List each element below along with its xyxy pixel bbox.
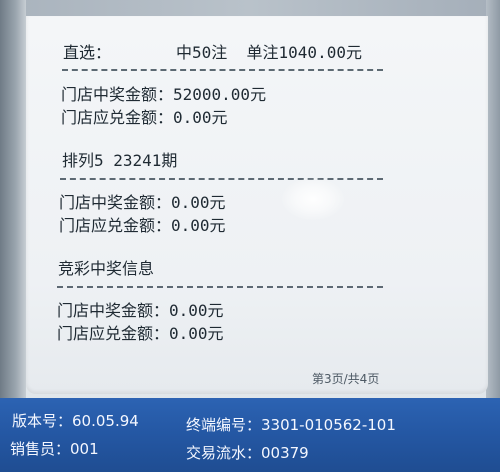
section1-redeem-amount: 门店应兑金额：0.00元 <box>61 108 228 127</box>
section1-divider <box>62 69 383 71</box>
transaction-number: 交易流水：00379 <box>186 444 309 462</box>
receipt-panel[interactable]: 直选： 中50注 单注1040.00元 门店中奖金额：52000.00元 门店应… <box>26 16 488 394</box>
top-bezel <box>0 0 500 16</box>
section1-summary: 中50注 单注1040.00元 <box>176 43 362 62</box>
section2-title: 排列5 23241期 <box>62 151 178 170</box>
version-number: 版本号：60.05.94 <box>12 412 139 430</box>
section3-divider <box>57 286 383 288</box>
section1-title: 直选： <box>63 43 112 62</box>
section2-divider <box>60 178 383 180</box>
page-indicator: 第3页/共4页 <box>312 372 380 386</box>
section3-title: 竞彩中奖信息 <box>58 259 155 278</box>
section3-redeem-amount: 门店应兑金额：0.00元 <box>57 324 224 343</box>
section3-prize-amount: 门店中奖金额：0.00元 <box>57 301 224 320</box>
section2-prize-amount: 门店中奖金额：0.00元 <box>59 193 226 212</box>
left-bezel <box>0 0 26 400</box>
section1-prize-amount: 门店中奖金额：52000.00元 <box>61 85 267 104</box>
terminal-id: 终端编号：3301-010562-101 <box>186 416 396 434</box>
status-bar: 版本号：60.05.94 终端编号：3301-010562-101 销售员：00… <box>0 398 500 472</box>
terminal-screen: 直选： 中50注 单注1040.00元 门店中奖金额：52000.00元 门店应… <box>0 0 500 472</box>
salesperson-id: 销售员：001 <box>10 440 99 458</box>
right-bezel <box>486 0 500 400</box>
section2-redeem-amount: 门店应兑金额：0.00元 <box>59 216 226 235</box>
